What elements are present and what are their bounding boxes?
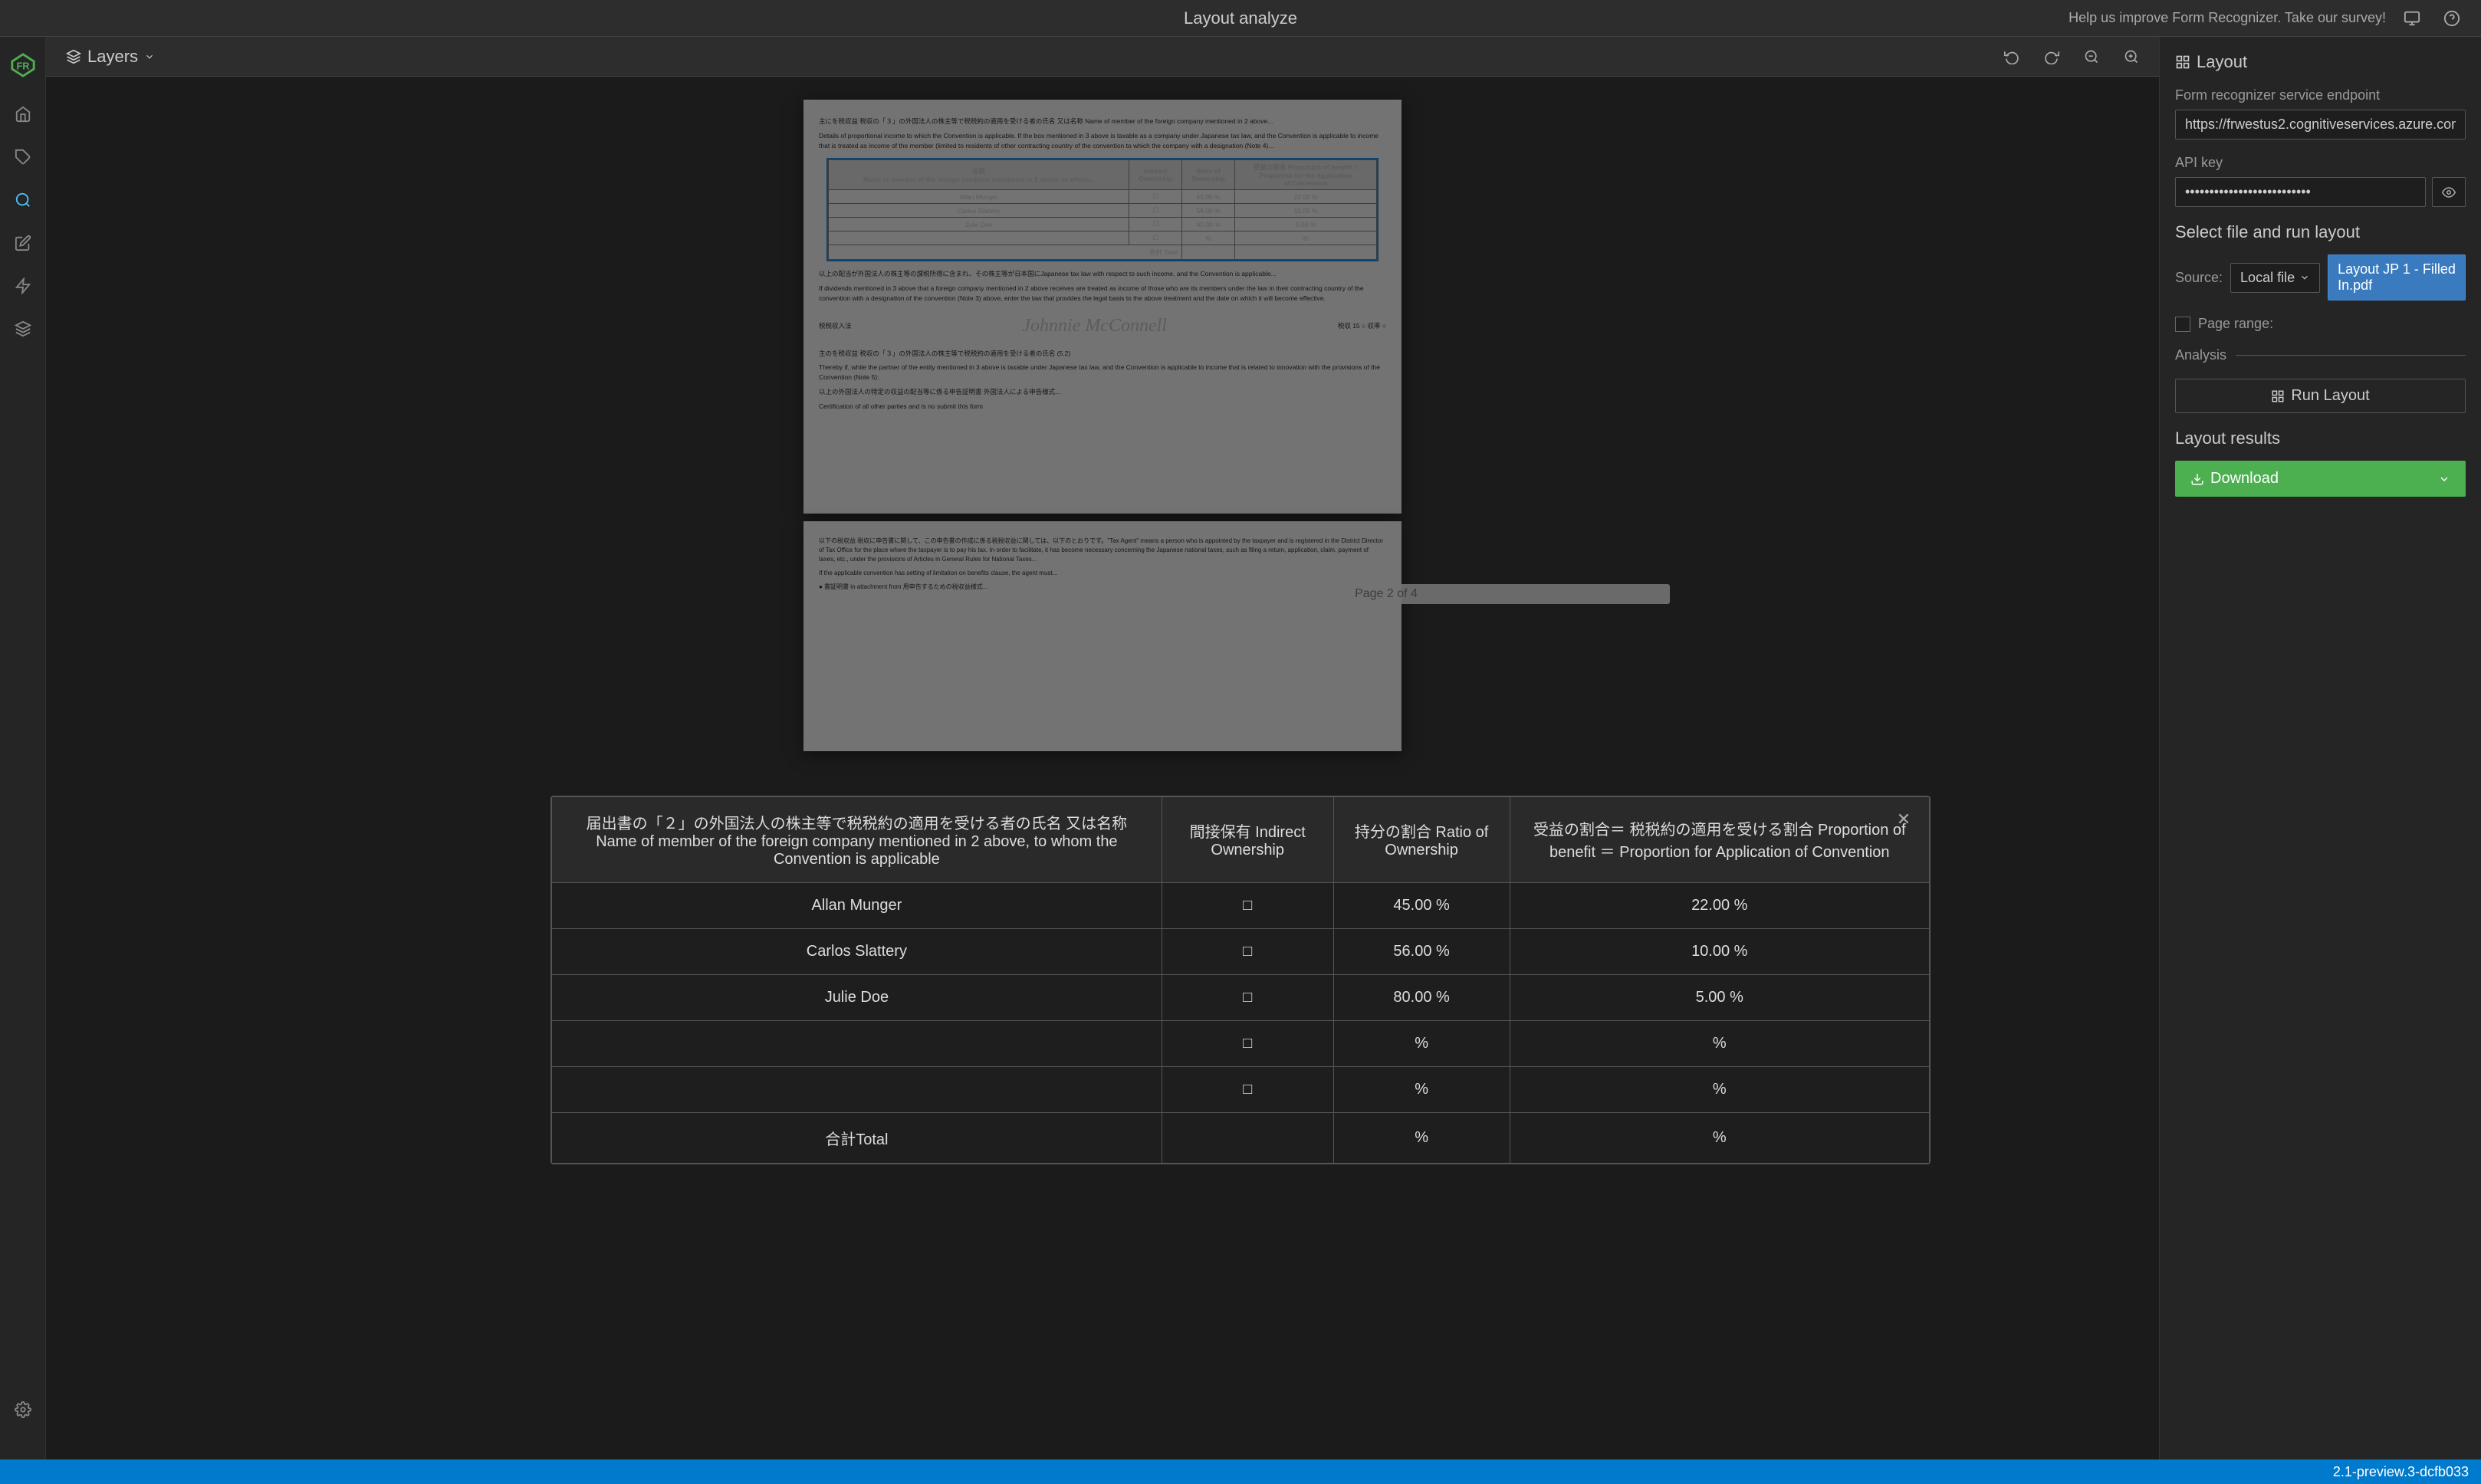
expanded-table: 届出書の「２」の外国法人の株主等で税税約の適用を受ける者の氏名 又は名称 Nam… (551, 796, 1930, 1164)
checkbox-cell: □ (1162, 1066, 1333, 1112)
sidebar-item-lightning[interactable] (4, 267, 42, 305)
source-value: Local file (2240, 270, 2295, 286)
table-row: Allan Munger □ 45.00 % 22.00 % (552, 882, 1930, 928)
app-container: FR Layers (0, 0, 2481, 1484)
name-cell: Julie Doe (552, 974, 1162, 1020)
file-name-display[interactable]: Layout JP 1 - Filled In.pdf (2328, 254, 2466, 300)
show-api-key-button[interactable] (2432, 177, 2466, 207)
sidebar-item-settings[interactable] (4, 1390, 42, 1429)
status-bar: 2.1-preview.3-dcfb033 (0, 1459, 2481, 1484)
table-header-2: 間接保有 Indirect Ownership (1162, 796, 1333, 882)
name-cell (552, 1020, 1162, 1066)
name-cell: Carlos Slattery (552, 928, 1162, 974)
checkbox-cell: □ (1162, 974, 1333, 1020)
toolbar: Layers (46, 37, 2159, 77)
layout-title: Layout (2197, 52, 2247, 72)
zoom-out-button[interactable] (2076, 41, 2107, 72)
benefit-cell: 10.00 % (1510, 928, 1929, 974)
endpoint-input[interactable] (2175, 110, 2466, 140)
table-header-1: 届出書の「２」の外国法人の株主等で税税約の適用を受ける者の氏名 又は名称 Nam… (552, 796, 1162, 882)
sidebar-item-layers[interactable] (4, 310, 42, 348)
api-key-section: API key (2175, 155, 2466, 207)
checkbox-cell: □ (1162, 928, 1333, 974)
table-row: □ % % (552, 1066, 1930, 1112)
select-file-title: Select file and run layout (2175, 222, 2466, 242)
redo-button[interactable] (2036, 41, 2067, 72)
sidebar-item-analyze[interactable] (4, 181, 42, 219)
left-sidebar: FR (0, 37, 46, 1459)
document-container: 主にを税収益 税収の「３」の外国法人の株主等で税税約の適用を受ける者の氏名 又は… (46, 77, 2159, 774)
table-row: 合計Total % % (552, 1112, 1930, 1163)
benefit-cell: % (1510, 1112, 1929, 1163)
table-row: Julie Doe □ 80.00 % 5.00 % (552, 974, 1930, 1020)
app-logo: FR (4, 46, 42, 84)
layers-dropdown[interactable]: Layers (58, 42, 163, 71)
monitor-icon[interactable] (2398, 5, 2426, 32)
sidebar-item-compose[interactable] (4, 224, 42, 262)
download-btn-left: Download (2190, 470, 2279, 488)
main-content: 主にを税収益 税収の「３」の外国法人の株主等で税税約の適用を受ける者の氏名 又は… (46, 77, 2159, 1484)
source-label: Source: (2175, 270, 2223, 286)
download-button[interactable]: Download (2175, 461, 2466, 497)
table-header-4: 受益の割合＝ 税税約の適用を受ける割合 Proportion of benefi… (1510, 796, 1929, 882)
sidebar-item-tag[interactable] (4, 138, 42, 176)
table-header-3: 持分の割合 Ratio of Ownership (1333, 796, 1510, 882)
benefit-cell: % (1510, 1066, 1929, 1112)
analysis-label: Analysis (2175, 347, 2226, 363)
svg-text:FR: FR (16, 61, 29, 72)
run-layout-button[interactable]: Run Layout (2175, 379, 2466, 413)
endpoint-section: Form recognizer service endpoint (2175, 87, 2466, 140)
benefit-cell: 22.00 % (1510, 882, 1929, 928)
ratio-cell: % (1333, 1066, 1510, 1112)
app-title: Layout analyze (1184, 8, 1297, 28)
top-bar: Layout analyze Help us improve Form Reco… (0, 0, 2481, 37)
layout-panel-title: Layout (2175, 52, 2466, 72)
modal-table-container: 届出書の「２」の外国法人の株主等で税税約の適用を受ける者の氏名 又は名称 Nam… (551, 796, 1930, 1164)
table-row: Carlos Slattery □ 56.00 % 10.00 % (552, 928, 1930, 974)
checkbox-cell: □ (1162, 882, 1333, 928)
api-key-input[interactable] (2175, 177, 2426, 207)
checkbox-cell: □ (1162, 1020, 1333, 1066)
run-layout-label: Run Layout (2291, 387, 2369, 405)
zoom-in-button[interactable] (2116, 41, 2147, 72)
analysis-divider (2236, 355, 2466, 356)
modal-overlay: ✕ 届出書の「２」の外国法人の株主等で税税約の適用を受ける者の氏名 又は名称 N… (46, 77, 2159, 1484)
name-cell: Allan Munger (552, 882, 1162, 928)
download-label: Download (2210, 470, 2279, 488)
layout-results-title: Layout results (2175, 428, 2466, 448)
name-cell: 合計Total (552, 1112, 1162, 1163)
page-range-label: Page range: (2198, 316, 2273, 332)
source-section: Source: Local file Layout JP 1 - Filled … (2175, 254, 2466, 300)
ratio-cell: % (1333, 1112, 1510, 1163)
table-row: □ % % (552, 1020, 1930, 1066)
download-chevron-icon (2438, 473, 2450, 485)
ratio-cell: % (1333, 1020, 1510, 1066)
checkbox-cell (1162, 1112, 1333, 1163)
endpoint-label: Form recognizer service endpoint (2175, 87, 2466, 103)
help-text: Help us improve Form Recognizer. Take ou… (2069, 10, 2386, 26)
page-range-checkbox[interactable] (2175, 317, 2190, 332)
api-key-row (2175, 177, 2466, 207)
modal-close-button[interactable]: ✕ (1890, 806, 1917, 833)
benefit-cell: % (1510, 1020, 1929, 1066)
page-range-row: Page range: (2175, 316, 2466, 332)
ratio-cell: 56.00 % (1333, 928, 1510, 974)
ratio-cell: 45.00 % (1333, 882, 1510, 928)
undo-button[interactable] (1996, 41, 2027, 72)
top-bar-right: Help us improve Form Recognizer. Take ou… (2069, 5, 2466, 32)
question-icon[interactable] (2438, 5, 2466, 32)
ratio-cell: 80.00 % (1333, 974, 1510, 1020)
name-cell (552, 1066, 1162, 1112)
benefit-cell: 5.00 % (1510, 974, 1929, 1020)
analysis-row: Analysis (2175, 347, 2466, 363)
sidebar-item-home[interactable] (4, 95, 42, 133)
version-label: 2.1-preview.3-dcfb033 (2333, 1464, 2469, 1480)
api-key-label: API key (2175, 155, 2466, 171)
source-row: Source: Local file Layout JP 1 - Filled … (2175, 254, 2466, 300)
layers-label: Layers (87, 47, 138, 67)
table-modal: ✕ 届出書の「２」の外国法人の株主等で税税約の適用を受ける者の氏名 又は名称 N… (550, 796, 1931, 1164)
source-dropdown[interactable]: Local file (2230, 263, 2320, 293)
right-panel: Layout Form recognizer service endpoint … (2159, 37, 2481, 1484)
